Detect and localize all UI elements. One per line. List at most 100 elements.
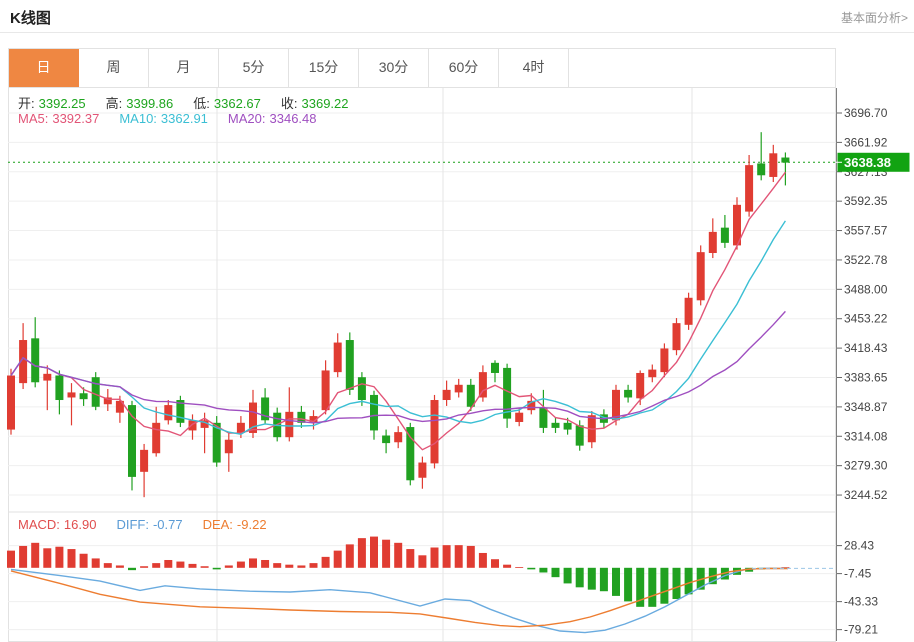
price-tick-label: 3418.43 — [844, 341, 888, 355]
price-tick-label: 3348.87 — [844, 400, 888, 414]
candle-body — [80, 393, 88, 399]
macd-bar — [31, 543, 39, 568]
macd-bar — [503, 565, 511, 568]
candle-body — [552, 423, 560, 428]
ma5-line — [11, 172, 785, 450]
macd-bar — [564, 568, 572, 584]
ma-legend: MA5:3392.37MA10:3362.91MA20:3346.48 — [18, 111, 337, 126]
ohlc-label: 低: — [193, 96, 210, 111]
tab-30min[interactable]: 30分 — [359, 49, 429, 87]
macd-bar — [68, 549, 76, 568]
ma-value: 3346.48 — [270, 111, 317, 126]
macd-bar — [527, 568, 535, 570]
tab-month[interactable]: 月 — [149, 49, 219, 87]
macd-bar — [394, 543, 402, 568]
candle-body — [285, 412, 293, 437]
candle-body — [164, 405, 172, 420]
macd-bar — [7, 551, 15, 568]
candle-body — [709, 232, 717, 253]
macd-bar — [285, 565, 293, 568]
macd-value: -9.22 — [237, 517, 267, 532]
macd-bar — [443, 545, 451, 568]
candle-body — [636, 373, 644, 398]
price-tick-label: 3383.65 — [844, 370, 888, 384]
macd-bar — [273, 563, 281, 568]
price-tick-label: 3488.00 — [844, 282, 888, 296]
tab-60min[interactable]: 60分 — [429, 49, 499, 87]
dea-line — [11, 568, 788, 626]
tab-5min[interactable]: 5分 — [219, 49, 289, 87]
macd-bar — [358, 538, 366, 568]
candle-body — [697, 252, 705, 300]
macd-bar — [237, 562, 245, 568]
macd-bar — [116, 565, 124, 567]
macd-bar — [176, 562, 184, 568]
macd-bar — [515, 567, 523, 568]
macd-bar — [648, 568, 656, 607]
ohlc-value: 3369.22 — [302, 96, 349, 111]
macd-legend: MACD: 16.90 DIFF: -0.77 DEA: -9.22 — [18, 517, 287, 532]
candle-body — [140, 450, 148, 472]
tab-day[interactable]: 日 — [9, 49, 79, 87]
macd-label: MACD: — [18, 517, 60, 532]
macd-label: DIFF: — [116, 517, 149, 532]
macd-bar — [588, 568, 596, 590]
price-tick-label: 3453.22 — [844, 312, 888, 326]
macd-bar — [346, 544, 354, 567]
macd-bar — [370, 537, 378, 568]
candle-body — [189, 420, 197, 430]
macd-bar — [467, 546, 475, 568]
macd-bar — [140, 566, 148, 568]
macd-bar — [673, 568, 681, 599]
macd-label: DEA: — [203, 517, 233, 532]
tab-15min[interactable]: 15分 — [289, 49, 359, 87]
price-tick-label: 3661.92 — [844, 135, 888, 149]
macd-bar — [491, 559, 499, 568]
ohlc-item: 低: 3362.67 — [193, 96, 265, 111]
kline-chart-svg[interactable]: 3696.703661.923627.133592.353557.573522.… — [0, 88, 914, 642]
topbar: K线图 基本面分析> — [0, 0, 914, 33]
tab-4hour[interactable]: 4时 — [499, 49, 569, 87]
ma-label: MA20: — [228, 111, 266, 126]
candle-body — [334, 343, 342, 373]
price-tick-label: 3279.30 — [844, 459, 888, 473]
ohlc-value: 3392.25 — [39, 96, 86, 111]
macd-bar — [479, 553, 487, 568]
macd-item: MACD: 16.90 — [18, 517, 100, 532]
price-tick-label: 3244.52 — [844, 488, 888, 502]
candle-body — [68, 392, 76, 397]
fundamental-analysis-link[interactable]: 基本面分析> — [841, 9, 908, 26]
candle-body — [43, 374, 51, 381]
macd-bar — [624, 568, 632, 602]
macd-bar — [43, 548, 51, 568]
macd-bar — [334, 551, 342, 568]
tab-week[interactable]: 周 — [79, 49, 149, 87]
price-tick-label: 3696.70 — [844, 106, 888, 120]
price-tick-label: 3557.57 — [844, 224, 888, 238]
ma-item: MA10:3362.91 — [119, 111, 212, 126]
macd-value: -0.77 — [153, 517, 183, 532]
price-tick-label: 3314.08 — [844, 429, 888, 443]
ma-value: 3362.91 — [161, 111, 208, 126]
macd-bar — [431, 548, 439, 568]
macd-value: 16.90 — [64, 517, 97, 532]
macd-bar — [128, 568, 136, 570]
ma-label: MA5: — [18, 111, 48, 126]
macd-bar — [418, 555, 426, 567]
ohlc-value: 3362.67 — [214, 96, 261, 111]
candle-body — [394, 432, 402, 442]
candle-body — [624, 390, 632, 398]
candlestick-pane — [7, 132, 836, 497]
candle-body — [370, 395, 378, 430]
macd-bar — [600, 568, 608, 591]
macd-bar — [164, 560, 172, 568]
candle-body — [455, 385, 463, 393]
ma10-line — [11, 221, 785, 434]
macd-tick-label: -43.33 — [844, 595, 878, 609]
candle-body — [322, 370, 330, 410]
macd-bar — [152, 563, 160, 568]
macd-tick-label: -79.21 — [844, 623, 878, 637]
macd-bar — [552, 568, 560, 577]
macd-bar — [455, 545, 463, 568]
candle-body — [515, 413, 523, 422]
